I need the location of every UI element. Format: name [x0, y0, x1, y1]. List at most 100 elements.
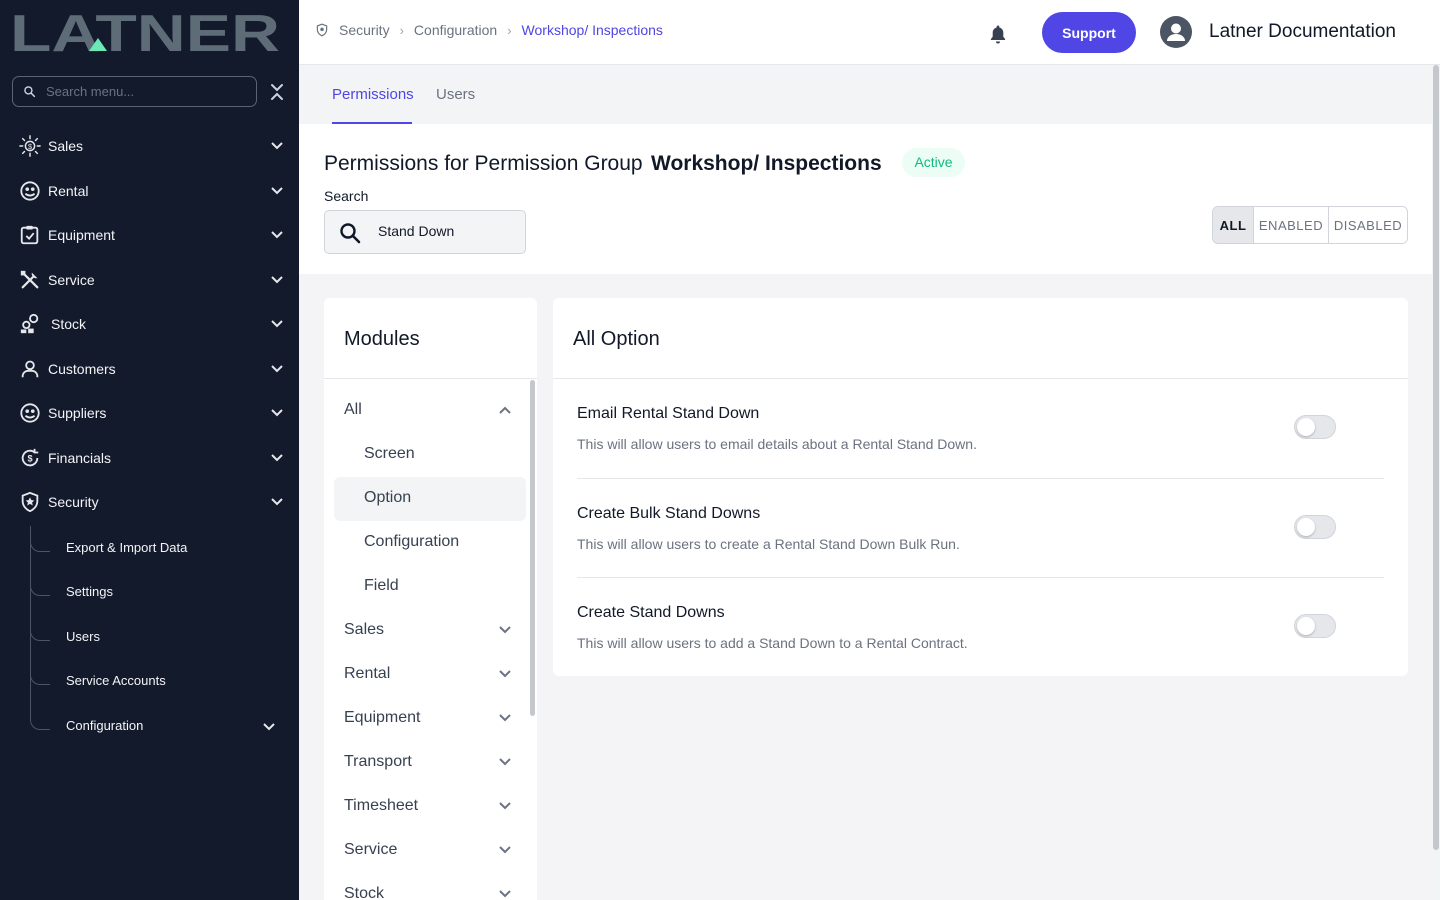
search-label: Search: [324, 188, 369, 204]
sidebar-item-suppliers[interactable]: Suppliers: [0, 391, 299, 435]
module-equipment[interactable]: Equipment: [334, 697, 526, 741]
module-timesheet[interactable]: Timesheet: [334, 785, 526, 829]
module-label: All: [344, 401, 362, 418]
permission-search[interactable]: [324, 210, 526, 254]
options-title: All Option: [573, 328, 660, 350]
option-toggle[interactable]: [1294, 415, 1336, 439]
sidebar-subitem-service-accounts[interactable]: Service Accounts: [30, 659, 299, 703]
chevron-down-icon: [499, 670, 511, 678]
page-title: Permissions for Permission Group: [324, 152, 643, 175]
sidebar-subitem-label: Service Accounts: [66, 673, 166, 688]
chevron-up-icon: [499, 406, 511, 414]
sidebar-item-label: Rental: [48, 183, 89, 199]
sidebar-subitem-configuration[interactable]: Configuration: [30, 704, 299, 748]
user-name[interactable]: Latner Documentation: [1209, 21, 1396, 43]
chevron-down-icon: [263, 723, 275, 731]
status-badge: Active: [902, 148, 965, 177]
tab-users[interactable]: Users: [436, 86, 475, 103]
user-avatar-icon[interactable]: [1160, 16, 1192, 48]
module-field[interactable]: Field: [334, 565, 526, 609]
sidebar-item-label: Financials: [48, 450, 112, 466]
sales-icon: $: [19, 135, 41, 157]
chevron-down-icon: [271, 142, 283, 150]
rental-icon: [20, 181, 40, 201]
module-option[interactable]: Option: [334, 477, 526, 521]
sidebar-item-service[interactable]: Service: [0, 258, 299, 302]
sidebar-item-label: Equipment: [48, 227, 115, 243]
option-description: This will allow users to add a Stand Dow…: [577, 635, 968, 651]
sidebar-item-label: Service: [48, 272, 95, 288]
module-label: Timesheet: [344, 797, 419, 814]
module-screen[interactable]: Screen: [334, 433, 526, 477]
option-title: Create Bulk Stand Downs: [577, 505, 761, 522]
sidebar-item-stock[interactable]: Stock: [0, 302, 299, 346]
sidebar-subitem-settings[interactable]: Settings: [30, 570, 299, 614]
sidebar-subitem-label: Export & Import Data: [66, 540, 188, 555]
module-label: Rental: [344, 665, 391, 682]
support-button[interactable]: Support: [1042, 12, 1136, 53]
breadcrumb-configuration[interactable]: Configuration: [414, 22, 497, 38]
sidebar-item-rental[interactable]: Rental: [0, 169, 299, 213]
bell-icon[interactable]: [989, 24, 1007, 44]
option-toggle[interactable]: [1294, 515, 1336, 539]
module-label: Sales: [344, 621, 385, 638]
shield-icon: [21, 491, 39, 513]
sidebar-item-customers[interactable]: Customers: [0, 347, 299, 391]
sidebar-subitem-export-import[interactable]: Export & Import Data: [30, 526, 299, 570]
subtree-branch: [30, 615, 50, 641]
breadcrumb-security[interactable]: Security: [339, 22, 390, 38]
permission-search-input[interactable]: [378, 223, 518, 239]
svg-text:$: $: [27, 454, 32, 464]
module-label: Field: [364, 577, 399, 594]
module-transport[interactable]: Transport: [334, 741, 526, 785]
tab-permissions[interactable]: Permissions: [332, 86, 414, 103]
chevron-right-icon: ›: [507, 22, 512, 38]
option-toggle[interactable]: [1294, 614, 1336, 638]
module-label: Configuration: [364, 533, 460, 550]
sidebar-item-equipment[interactable]: Equipment: [0, 213, 299, 257]
sidebar-item-sales[interactable]: $ Sales: [0, 124, 299, 168]
options-panel: All Option Email Rental Stand Down This …: [553, 298, 1408, 676]
breadcrumb: Security › Configuration › Workshop/ Ins…: [315, 22, 663, 38]
option-row: Create Bulk Stand Downs This will allow …: [577, 478, 1384, 577]
filter-disabled-button[interactable]: DISABLED: [1328, 207, 1407, 243]
sidebar-subitem-users[interactable]: Users: [30, 615, 299, 659]
sidebar-item-label: Security: [48, 494, 99, 510]
module-all[interactable]: All: [334, 389, 526, 433]
sidebar-item-label: Sales: [48, 138, 84, 154]
service-icon: [20, 270, 39, 289]
menu-search-input[interactable]: [46, 84, 236, 99]
filter-enabled-button[interactable]: ENABLED: [1253, 207, 1328, 243]
module-configuration[interactable]: Configuration: [334, 521, 526, 565]
shield-icon: [316, 23, 328, 37]
sidebar-item-security[interactable]: Security: [0, 480, 299, 524]
module-label: Option: [364, 489, 412, 506]
page-scrollbar[interactable]: [1432, 65, 1440, 900]
module-sales[interactable]: Sales: [334, 609, 526, 653]
module-label: Screen: [364, 445, 415, 462]
sidebar-subitem-label: Settings: [66, 584, 113, 599]
modules-scrollbar[interactable]: [530, 380, 535, 716]
module-rental[interactable]: Rental: [334, 653, 526, 697]
chevron-down-icon: [499, 758, 511, 766]
module-service[interactable]: Service: [334, 829, 526, 873]
stock-icon: [20, 313, 39, 334]
divider: [324, 378, 537, 379]
option-title: Email Rental Stand Down: [577, 405, 760, 422]
module-stock[interactable]: Stock: [334, 873, 526, 900]
chevron-down-icon: [499, 714, 511, 722]
permission-group-name: Workshop/ Inspections: [651, 152, 882, 175]
svg-text:$: $: [28, 142, 32, 151]
sidebar-subitem-label: Users: [66, 629, 100, 644]
chevron-down-icon: [499, 626, 511, 634]
collapse-sidebar-icon[interactable]: [268, 82, 286, 102]
sidebar-item-label: Customers: [48, 361, 116, 377]
scrollbar-thumb[interactable]: [1433, 65, 1439, 850]
latner-logo[interactable]: LATNER: [10, 8, 282, 56]
filter-all-button[interactable]: ALL: [1213, 207, 1253, 243]
chevron-down-icon: [271, 365, 283, 373]
sidebar-item-label: Stock: [51, 316, 87, 332]
option-row: Email Rental Stand Down This will allow …: [577, 379, 1384, 478]
sidebar-item-financials[interactable]: $ Financials: [0, 436, 299, 480]
menu-search[interactable]: [12, 76, 257, 107]
